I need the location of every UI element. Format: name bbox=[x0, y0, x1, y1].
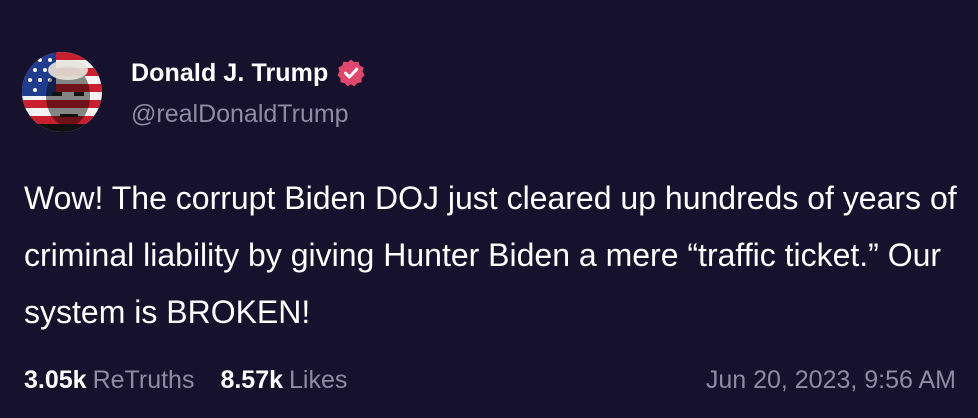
post-body: Wow! The corrupt Biden DOJ just cleared … bbox=[24, 180, 957, 330]
likes-label: Likes bbox=[289, 366, 348, 394]
truth-post: Donald J. Trump @realDonaldTrump Wow! Th… bbox=[0, 0, 978, 418]
retruths-count: 3.05k bbox=[24, 366, 87, 394]
author-handle[interactable]: @realDonaldTrump bbox=[131, 100, 366, 129]
avatar[interactable] bbox=[22, 52, 102, 132]
post-stats: 3.05k ReTruths 8.57k Likes bbox=[24, 366, 347, 395]
verified-badge-icon bbox=[336, 58, 366, 88]
likes-count: 8.57k bbox=[220, 366, 284, 394]
retruths-stat[interactable]: 3.05k ReTruths bbox=[24, 366, 194, 395]
avatar-image bbox=[22, 52, 102, 132]
post-timestamp[interactable]: Jun 20, 2023, 9:56 AM bbox=[706, 366, 956, 395]
author-display-name[interactable]: Donald J. Trump bbox=[131, 59, 328, 88]
likes-stat[interactable]: 8.57k Likes bbox=[220, 366, 347, 395]
name-row: Donald J. Trump bbox=[131, 58, 366, 88]
author-block: Donald J. Trump @realDonaldTrump bbox=[131, 58, 366, 129]
retruths-label: ReTruths bbox=[92, 366, 195, 394]
